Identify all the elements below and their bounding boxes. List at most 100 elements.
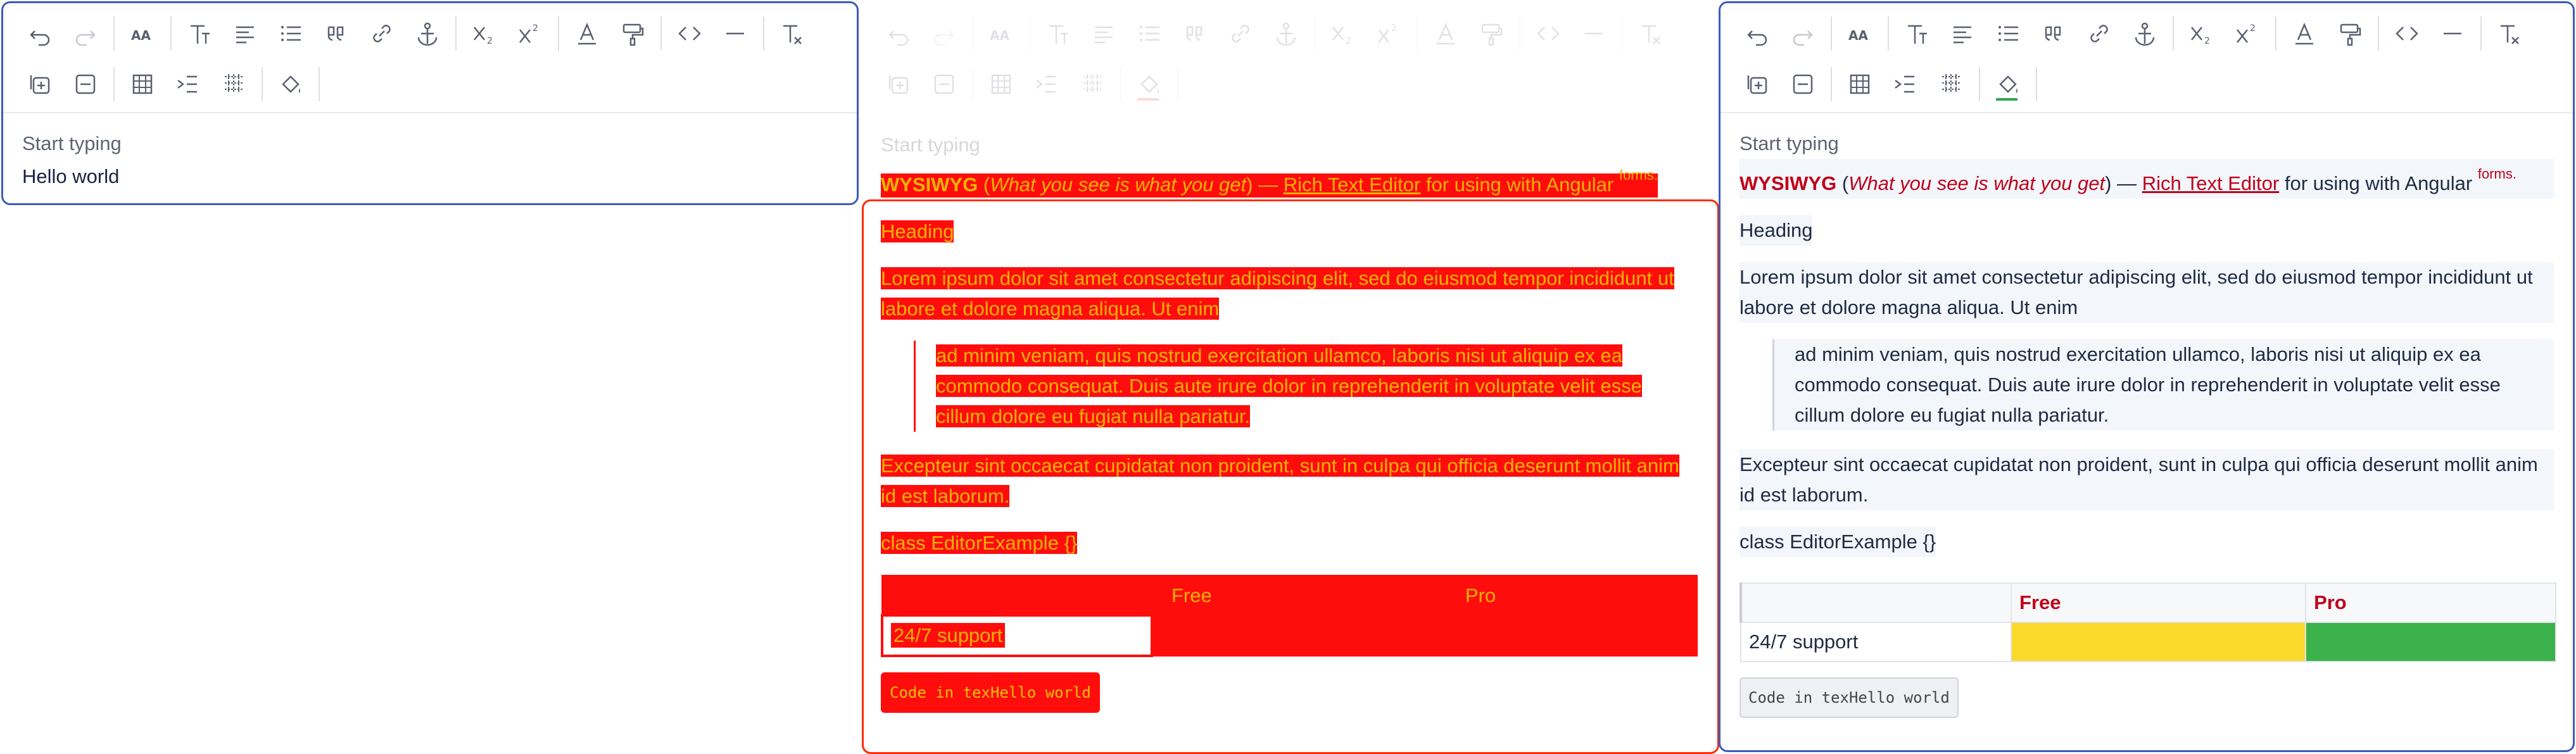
- link-button[interactable]: [1218, 15, 1263, 53]
- table-button[interactable]: [120, 65, 165, 103]
- text-color-button[interactable]: [2282, 15, 2327, 53]
- superscript-button[interactable]: 2: [507, 15, 553, 53]
- highlight-button[interactable]: [1468, 15, 1514, 53]
- superscript-icon: 2: [519, 23, 538, 43]
- svg-text:2: 2: [2204, 36, 2210, 46]
- toolbar-separator: [2378, 16, 2379, 51]
- align-button[interactable]: [222, 15, 268, 53]
- insert-row-button[interactable]: [1734, 65, 1780, 103]
- highlight-button[interactable]: [610, 15, 655, 53]
- highlight-icon: [2340, 23, 2361, 46]
- table-grid-button[interactable]: [1928, 65, 1974, 103]
- text-style-button[interactable]: [177, 15, 222, 53]
- indent-button[interactable]: [1883, 65, 1928, 103]
- quote-button[interactable]: [1172, 15, 1218, 53]
- undo-button[interactable]: [1734, 15, 1780, 53]
- anchor-button[interactable]: [1263, 15, 1309, 53]
- clear-format-button[interactable]: [2487, 15, 2532, 53]
- editor-table[interactable]: Free Pro 24/7 support: [881, 575, 1698, 657]
- toolbar-row: [876, 65, 1184, 103]
- anchor-button[interactable]: [405, 15, 450, 53]
- toolbar-separator: [972, 67, 973, 101]
- link-button[interactable]: [359, 15, 405, 53]
- text-style-button[interactable]: [1035, 15, 1081, 53]
- horizontal-rule-icon: [726, 32, 744, 35]
- table-cell[interactable]: 24/7 support: [1740, 622, 2012, 662]
- quote-button[interactable]: [313, 15, 359, 53]
- toolbar-separator: [1417, 16, 1418, 51]
- subscript-button[interactable]: 2: [2179, 15, 2225, 53]
- link-icon: [373, 25, 391, 42]
- rte-link[interactable]: Rich Text Editor: [2142, 172, 2280, 194]
- font-size-button[interactable]: AA: [978, 15, 1024, 53]
- font-size-button[interactable]: AA: [120, 15, 165, 53]
- anchor-button[interactable]: [2122, 15, 2168, 53]
- editor-table[interactable]: Free Pro 24/7 support: [1739, 582, 2556, 662]
- link-button[interactable]: [2076, 15, 2122, 53]
- code-button[interactable]: [667, 15, 712, 53]
- clear-format-button[interactable]: [769, 15, 815, 53]
- subscript-button[interactable]: 2: [462, 15, 507, 53]
- insert-row-button[interactable]: [17, 65, 63, 103]
- fill-color-button[interactable]: [268, 65, 313, 103]
- table-grid-button[interactable]: [1070, 65, 1115, 103]
- undo-button[interactable]: [876, 15, 921, 53]
- table-cell-green[interactable]: [2305, 622, 2556, 662]
- redo-button[interactable]: [1780, 15, 1826, 53]
- align-button[interactable]: [1081, 15, 1127, 53]
- horizontal-rule-icon: [1585, 32, 1603, 35]
- table-cell-yellow[interactable]: [2010, 622, 2307, 662]
- quote-button[interactable]: [2031, 15, 2076, 53]
- fill-color-button[interactable]: [1127, 65, 1172, 103]
- rte-link[interactable]: Rich Text Editor: [1284, 173, 1421, 196]
- table-header-cell[interactable]: Free: [2010, 582, 2307, 623]
- editor-content[interactable]: Start typing Hello world: [3, 113, 857, 203]
- table-header-cell[interactable]: Free: [1151, 575, 1446, 616]
- table-button[interactable]: [978, 65, 1024, 103]
- undo-button[interactable]: [17, 15, 63, 53]
- table-header-cell[interactable]: [881, 575, 1152, 616]
- code-button[interactable]: [2384, 15, 2430, 53]
- text-style-button[interactable]: [1894, 15, 1940, 53]
- table-header-cell[interactable]: Pro: [1444, 575, 1698, 616]
- list-button[interactable]: [1127, 15, 1172, 53]
- redo-button[interactable]: [63, 15, 108, 53]
- insert-row-button[interactable]: [876, 65, 921, 103]
- clear-format-button[interactable]: [1628, 15, 1674, 53]
- text-color-button[interactable]: [1423, 15, 1468, 53]
- table-cell[interactable]: [1444, 615, 1698, 657]
- text-color-button[interactable]: [564, 15, 610, 53]
- indent-button[interactable]: [165, 65, 211, 103]
- table-cell[interactable]: 24/7 support: [881, 614, 1153, 657]
- horizontal-rule-button[interactable]: [1571, 15, 1617, 53]
- highlight-button[interactable]: [2327, 15, 2373, 53]
- editor-content[interactable]: Start typing WYSIWYG (What you see is wh…: [1720, 113, 2573, 729]
- delete-row-button[interactable]: [921, 65, 967, 103]
- superscript-button[interactable]: 2: [1366, 15, 1411, 53]
- superscript-button[interactable]: 2: [2225, 15, 2270, 53]
- list-button[interactable]: [268, 15, 313, 53]
- delete-row-button[interactable]: [63, 65, 108, 103]
- editor-content[interactable]: Start typing WYSIWYG (What you see is wh…: [862, 113, 1715, 724]
- excepteur-paragraph: Excepteur sint occaecat cupidatat non pr…: [881, 455, 1679, 507]
- fill-color-button[interactable]: [1985, 65, 2031, 103]
- redo-button[interactable]: [921, 15, 967, 53]
- code-button[interactable]: [1525, 15, 1571, 53]
- horizontal-rule-button[interactable]: [712, 15, 758, 53]
- table-cell[interactable]: [1151, 615, 1446, 657]
- font-size-icon: AA: [1848, 28, 1868, 43]
- horizontal-rule-button[interactable]: [2430, 15, 2475, 53]
- delete-row-button[interactable]: [1780, 65, 1826, 103]
- table-header-cell[interactable]: Pro: [2305, 582, 2556, 623]
- table-header-cell[interactable]: [1739, 582, 2012, 623]
- insert-row-icon: [30, 75, 50, 94]
- indent-button[interactable]: [1024, 65, 1070, 103]
- font-size-button[interactable]: AA: [1837, 15, 1883, 53]
- quote-icon: [327, 26, 344, 41]
- table-button[interactable]: [1837, 65, 1883, 103]
- align-button[interactable]: [1940, 15, 1985, 53]
- table-grid-button[interactable]: [211, 65, 256, 103]
- table-icon: [132, 74, 153, 94]
- list-button[interactable]: [1985, 15, 2031, 53]
- subscript-button[interactable]: 2: [1320, 15, 1366, 53]
